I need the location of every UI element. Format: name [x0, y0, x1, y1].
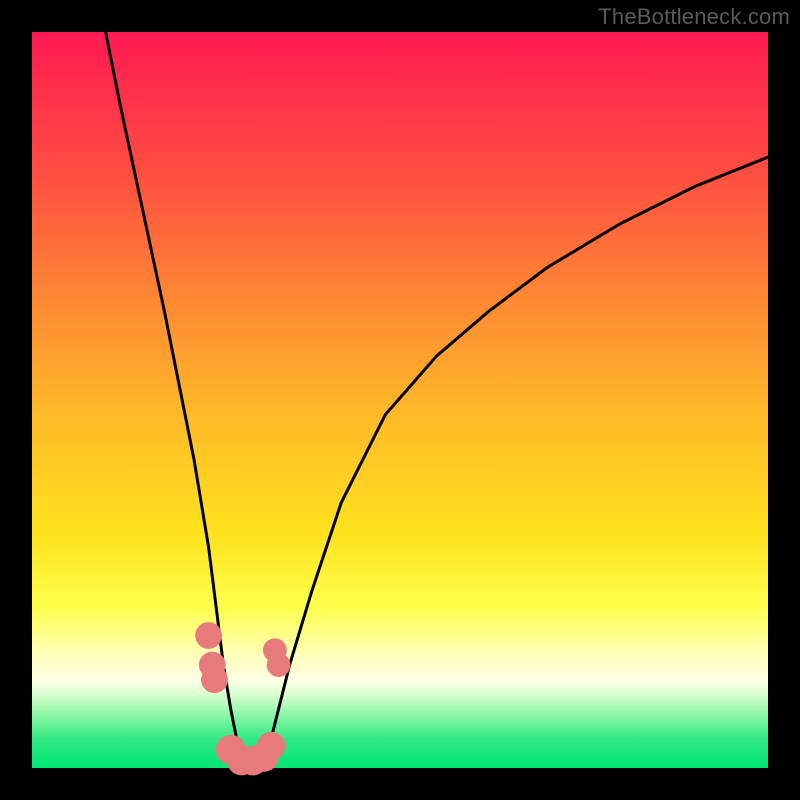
data-markers	[195, 622, 290, 775]
curve-layer	[32, 32, 768, 768]
marker-right-2	[267, 653, 291, 677]
marker-bottom-5	[257, 732, 285, 760]
plot-area	[32, 32, 768, 768]
marker-left-1	[195, 622, 222, 649]
watermark-text: TheBottleneck.com	[598, 4, 790, 30]
marker-left-3	[201, 666, 228, 693]
chart-frame: TheBottleneck.com	[0, 0, 800, 800]
